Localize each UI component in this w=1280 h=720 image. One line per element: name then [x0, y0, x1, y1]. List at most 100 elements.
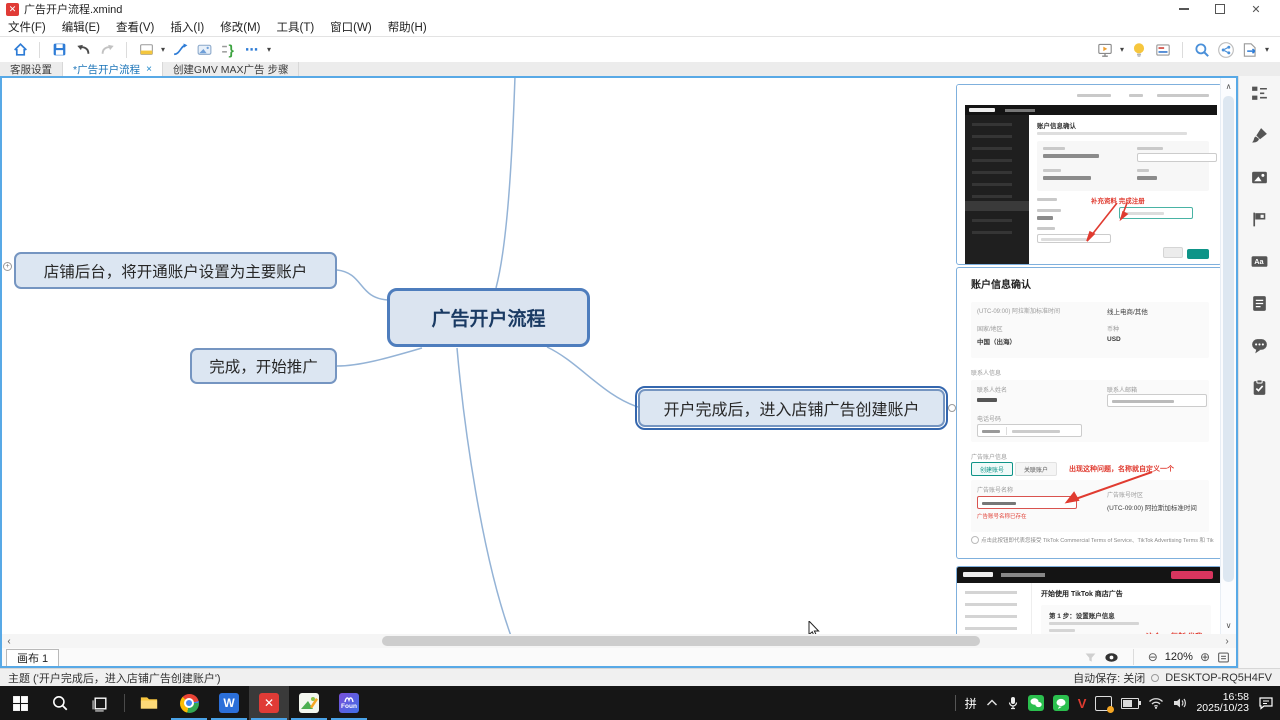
- filter-icon[interactable]: [1084, 651, 1097, 664]
- vertical-scroll-thumb[interactable]: [1223, 96, 1234, 582]
- image-editor-button[interactable]: [289, 686, 329, 720]
- notes-icon[interactable]: [1250, 294, 1269, 313]
- menu-help[interactable]: 帮助(H): [388, 19, 427, 35]
- v-app-tray-icon[interactable]: V: [1078, 697, 1087, 710]
- sheet-style-button[interactable]: [134, 39, 158, 61]
- menu-modify[interactable]: 修改(M): [220, 19, 260, 35]
- tab-gmv-max[interactable]: 创建GMV MAX广告 步骤: [163, 62, 300, 76]
- undo-button[interactable]: [71, 39, 95, 61]
- redo-icon: [99, 41, 116, 58]
- blurred-text: [1157, 94, 1209, 97]
- export-caret[interactable]: ▾: [1262, 45, 1272, 54]
- central-topic[interactable]: 广告开户流程: [387, 288, 590, 347]
- wechat-work-icon[interactable]: [1053, 695, 1069, 711]
- topic-create-ad-account[interactable]: 开户完成后，进入店铺广告创建账户: [638, 389, 945, 427]
- task-clipboard-icon[interactable]: [1250, 378, 1269, 397]
- note-card-button[interactable]: [1151, 39, 1175, 61]
- wifi-icon[interactable]: [1148, 697, 1164, 709]
- w-app-button[interactable]: W: [209, 686, 249, 720]
- autosave-status: 自动保存: 关闭: [1073, 670, 1145, 686]
- export-button[interactable]: [1238, 39, 1262, 61]
- tab-guanggao-kaihu[interactable]: *广告开户流程 ×: [63, 62, 163, 76]
- shot2-currency-value: USD: [1107, 336, 1121, 343]
- more-tools-button[interactable]: ⋯: [240, 39, 264, 61]
- tab-close-icon[interactable]: ×: [146, 64, 152, 75]
- battery-icon[interactable]: [1121, 698, 1139, 709]
- task-view-button[interactable]: [80, 686, 120, 720]
- fit-window-icon[interactable]: [1217, 651, 1230, 664]
- boundary-button[interactable]: [192, 39, 216, 61]
- format-brush-icon[interactable]: [1250, 126, 1269, 145]
- tab-kefu-shezhi[interactable]: 客服设置: [0, 62, 63, 76]
- screencast-icon[interactable]: [1095, 696, 1112, 711]
- blurred-label: [1043, 147, 1065, 150]
- save-button[interactable]: [47, 39, 71, 61]
- menu-insert[interactable]: 插入(I): [170, 19, 204, 35]
- wechat-icon[interactable]: [1028, 695, 1044, 711]
- minimize-button[interactable]: [1166, 0, 1202, 18]
- attachment-screenshot-1[interactable]: 账户信息确认 补充资料 完成注册: [956, 84, 1222, 265]
- topic-start-promotion[interactable]: 完成，开始推广: [190, 348, 337, 384]
- attachment-screenshot-2[interactable]: 账户信息确认 (UTC-09:00) 阿拉斯加标准时间 线上电商/其他 国家/地…: [956, 267, 1224, 559]
- search-button[interactable]: [1190, 39, 1214, 61]
- mindmap-canvas[interactable]: 店铺后台，将开通账户设置为主要账户 完成，开始推广 广告开户流程 开户完成后，进…: [2, 78, 1236, 634]
- export-icon: [1241, 41, 1259, 59]
- menu-file[interactable]: 文件(F): [8, 19, 46, 35]
- action-center-icon[interactable]: [1258, 696, 1274, 710]
- scroll-left-arrow[interactable]: ‹: [2, 634, 16, 648]
- foun-app-button[interactable]: Foun: [329, 686, 369, 720]
- idea-button[interactable]: [1127, 39, 1151, 61]
- sheet-tab-canvas1[interactable]: 画布 1: [6, 649, 59, 666]
- blurred-label: [1137, 147, 1163, 150]
- volume-icon[interactable]: [1173, 697, 1187, 709]
- sticker-aa-icon[interactable]: Aa: [1250, 252, 1269, 271]
- redo-button[interactable]: [95, 39, 119, 61]
- zoom-out-button[interactable]: ⊖: [1148, 650, 1158, 664]
- scroll-down-arrow[interactable]: ∨: [1221, 619, 1236, 632]
- horizontal-scrollbar[interactable]: ‹ ›: [2, 634, 1236, 648]
- ime-indicator[interactable]: 拼: [965, 695, 977, 712]
- comment-icon[interactable]: [1250, 336, 1269, 355]
- shot3-header-button: [1171, 571, 1213, 579]
- menu-edit[interactable]: 编辑(E): [62, 19, 100, 35]
- share-button[interactable]: [1214, 39, 1238, 61]
- vertical-scrollbar[interactable]: ∧ ∨: [1220, 78, 1236, 634]
- insert-image-icon[interactable]: [1250, 168, 1269, 187]
- more-tools-caret[interactable]: ▾: [264, 45, 274, 54]
- restore-button[interactable]: [1202, 0, 1238, 18]
- zoom-in-button[interactable]: ⊕: [1200, 650, 1210, 664]
- sheet-style-caret[interactable]: ▾: [158, 45, 168, 54]
- blurred-nav: [1001, 573, 1045, 577]
- scroll-up-arrow[interactable]: ∧: [1221, 80, 1236, 93]
- summary-button[interactable]: }: [216, 39, 240, 61]
- marker-flag-icon[interactable]: [1250, 210, 1269, 229]
- outline-structure-icon[interactable]: [1250, 84, 1269, 103]
- microphone-icon[interactable]: [1007, 696, 1019, 710]
- shot2-red-arrow: [1057, 470, 1167, 510]
- presentation-caret[interactable]: ▾: [1117, 45, 1127, 54]
- xmind-taskbar-button[interactable]: ✕: [249, 686, 289, 720]
- tray-expand-icon[interactable]: [986, 698, 998, 708]
- tiktok-shop-logo: [969, 108, 995, 112]
- menu-window[interactable]: 窗口(W): [330, 19, 372, 35]
- tray-clock[interactable]: 16:58 2025/10/23: [1196, 692, 1249, 714]
- shot3-page-title: 开始使用 TikTok 商店广告: [1041, 589, 1123, 599]
- close-button[interactable]: ✕: [1238, 0, 1274, 18]
- shot2-currency-label: 币种: [1107, 324, 1119, 333]
- file-explorer-button[interactable]: [129, 686, 169, 720]
- home-button[interactable]: [8, 39, 32, 61]
- relationship-button[interactable]: [168, 39, 192, 61]
- presentation-button[interactable]: [1093, 39, 1117, 61]
- menu-view[interactable]: 查看(V): [116, 19, 154, 35]
- topic-set-main-account[interactable]: 店铺后台，将开通账户设置为主要账户: [14, 252, 337, 289]
- scroll-right-arrow[interactable]: ›: [1220, 634, 1234, 648]
- horizontal-scroll-thumb[interactable]: [382, 636, 980, 646]
- start-button[interactable]: [0, 686, 40, 720]
- taskbar-search-button[interactable]: [40, 686, 80, 720]
- attachment-screenshot-3[interactable]: 开始使用 TikTok 商店广告 第 1 步：设置账户信息 这个ID 复制 发我: [956, 566, 1222, 634]
- collapse-handle[interactable]: +: [3, 262, 12, 271]
- chrome-button[interactable]: [169, 686, 209, 720]
- menu-tools[interactable]: 工具(T): [276, 19, 314, 35]
- pitch-eye-icon[interactable]: [1104, 651, 1119, 664]
- expand-handle[interactable]: [948, 404, 956, 412]
